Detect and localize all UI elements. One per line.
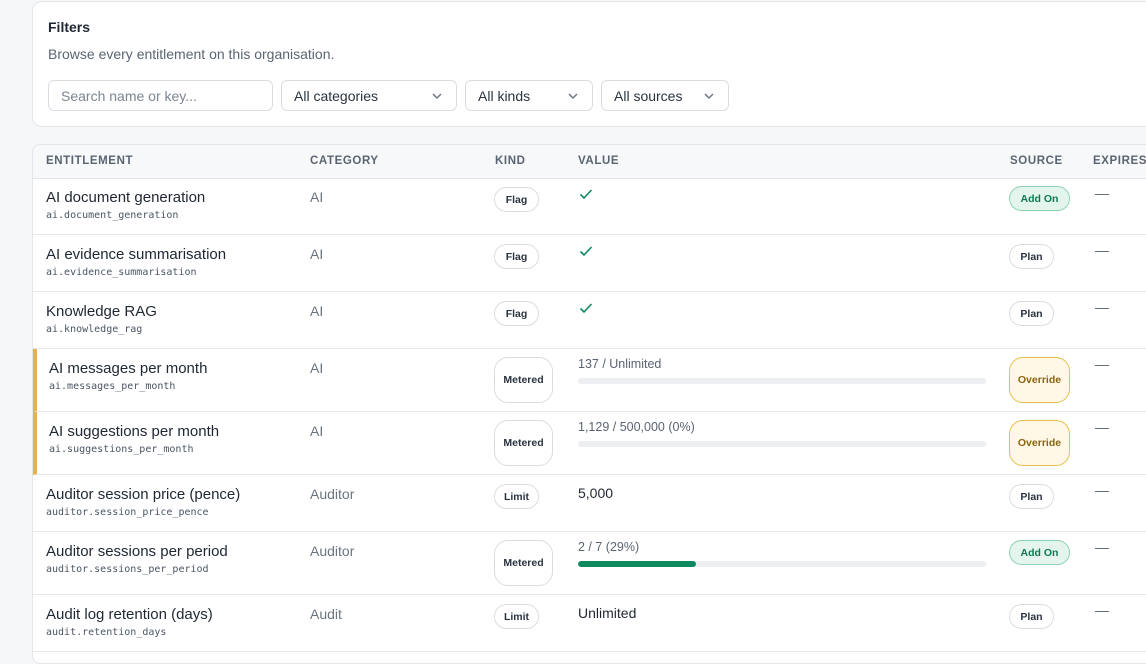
expires-cell: — — [1095, 356, 1109, 372]
kind-badge: Metered — [494, 420, 553, 466]
entitlement-name: Auditor sessions per period — [46, 543, 228, 560]
category-select[interactable]: All categories — [281, 80, 457, 111]
entitlement-name: Auditor session price (pence) — [46, 486, 241, 503]
chevron-down-icon — [568, 93, 578, 99]
category-cell: AI — [310, 360, 324, 376]
category-select-label: All categories — [294, 87, 379, 104]
expires-cell: — — [1095, 185, 1109, 201]
entitlement-name: Audit log retention (days) — [46, 606, 213, 623]
usage-text: 2 / 7 (29%) — [578, 540, 640, 554]
header-expires[interactable]: EXPIRES — [1093, 155, 1146, 167]
entitlement-name: Knowledge RAG — [46, 303, 157, 320]
filters-panel: Filters Browse every entitlement on this… — [32, 1, 1146, 127]
table-row[interactable]: AI evidence summarisation ai.evidence_su… — [33, 235, 1146, 292]
table-row[interactable]: Auditor sessions per period auditor.sess… — [33, 532, 1146, 595]
expires-cell: — — [1095, 242, 1109, 258]
kind-badge: Limit — [494, 484, 539, 509]
value-cell: 5,000 — [578, 485, 614, 501]
category-cell: Auditor — [310, 543, 355, 559]
expires-cell: — — [1095, 602, 1109, 618]
expires-cell: — — [1095, 299, 1109, 315]
source-badge: Plan — [1009, 244, 1054, 269]
source-select-label: All sources — [614, 87, 683, 104]
kind-badge: Limit — [494, 604, 539, 629]
chevron-down-icon — [704, 93, 714, 99]
header-category[interactable]: CATEGORY — [310, 155, 379, 167]
kind-badge: Flag — [494, 301, 539, 326]
entitlement-key: ai.knowledge_rag — [46, 324, 143, 335]
value-cell: Unlimited — [578, 605, 637, 621]
check-icon — [579, 189, 593, 200]
entitlement-key: auditor.sessions_per_period — [46, 564, 209, 575]
entitlement-name: AI evidence summarisation — [46, 246, 227, 263]
kind-badge: Metered — [494, 357, 553, 403]
check-icon — [579, 303, 593, 314]
header-value[interactable]: VALUE — [578, 155, 619, 167]
source-badge: Override — [1009, 420, 1070, 466]
source-badge: Override — [1009, 357, 1070, 403]
table-row[interactable]: Auditor session price (pence) auditor.se… — [33, 475, 1146, 532]
table-header: ENTITLEMENT CATEGORY KIND VALUE SOURCE E… — [33, 145, 1146, 179]
usage-bar-fill — [578, 561, 697, 567]
usage-bar — [578, 378, 986, 384]
kind-badge: Metered — [494, 540, 553, 586]
category-cell: AI — [310, 246, 324, 262]
expires-cell: — — [1095, 419, 1109, 435]
category-cell: AI — [310, 189, 324, 205]
source-badge: Plan — [1009, 484, 1054, 509]
filters-subtitle: Browse every entitlement on this organis… — [48, 46, 335, 62]
category-cell: AI — [310, 303, 324, 319]
category-cell: Audit — [310, 606, 342, 622]
table-row[interactable]: AI document generation ai.document_gener… — [33, 178, 1146, 235]
kind-select-label: All kinds — [478, 87, 531, 104]
entitlement-name: AI suggestions per month — [49, 423, 220, 440]
usage-text: 1,129 / 500,000 (0%) — [578, 420, 695, 434]
source-badge: Add On — [1009, 186, 1070, 211]
entitlement-key: audit.retention_days — [46, 627, 167, 638]
source-select[interactable]: All sources — [601, 80, 729, 111]
category-cell: Auditor — [310, 486, 355, 502]
source-badge: Plan — [1009, 604, 1054, 629]
filters-title: Filters — [48, 19, 91, 35]
category-cell: AI — [310, 423, 324, 439]
expires-cell: — — [1095, 482, 1109, 498]
header-source[interactable]: SOURCE — [1010, 155, 1063, 167]
usage-text: 137 / Unlimited — [578, 357, 662, 371]
kind-badge: Flag — [494, 244, 539, 269]
table-row[interactable]: AI messages per month ai.messages_per_mo… — [33, 349, 1146, 412]
usage-bar — [578, 441, 986, 447]
entitlement-name: AI document generation — [46, 189, 206, 206]
table-row[interactable]: Knowledge RAG ai.knowledge_rag AI Flag P… — [33, 292, 1146, 349]
search-input[interactable] — [48, 80, 273, 111]
expires-cell: — — [1095, 539, 1109, 555]
entitlement-key: ai.evidence_summarisation — [46, 267, 197, 278]
entitlement-key: ai.document_generation — [46, 210, 179, 221]
entitlements-table: ENTITLEMENT CATEGORY KIND VALUE SOURCE E… — [32, 144, 1146, 664]
check-icon — [579, 246, 593, 257]
kind-badge: Flag — [494, 187, 539, 212]
header-entitlement[interactable]: ENTITLEMENT — [46, 155, 133, 167]
entitlement-key: auditor.session_price_pence — [46, 507, 209, 518]
table-row[interactable]: Audit log retention (days) audit.retenti… — [33, 595, 1146, 652]
entitlement-key: ai.suggestions_per_month — [49, 444, 194, 455]
kind-select[interactable]: All kinds — [465, 80, 593, 111]
entitlement-key: ai.messages_per_month — [49, 381, 176, 392]
source-badge: Plan — [1009, 301, 1054, 326]
source-badge: Add On — [1009, 540, 1070, 565]
usage-bar — [578, 561, 986, 567]
entitlement-name: AI messages per month — [49, 360, 208, 377]
table-row[interactable]: AI suggestions per month ai.suggestions_… — [33, 412, 1146, 475]
chevron-down-icon — [432, 93, 442, 99]
header-kind[interactable]: KIND — [495, 155, 526, 167]
